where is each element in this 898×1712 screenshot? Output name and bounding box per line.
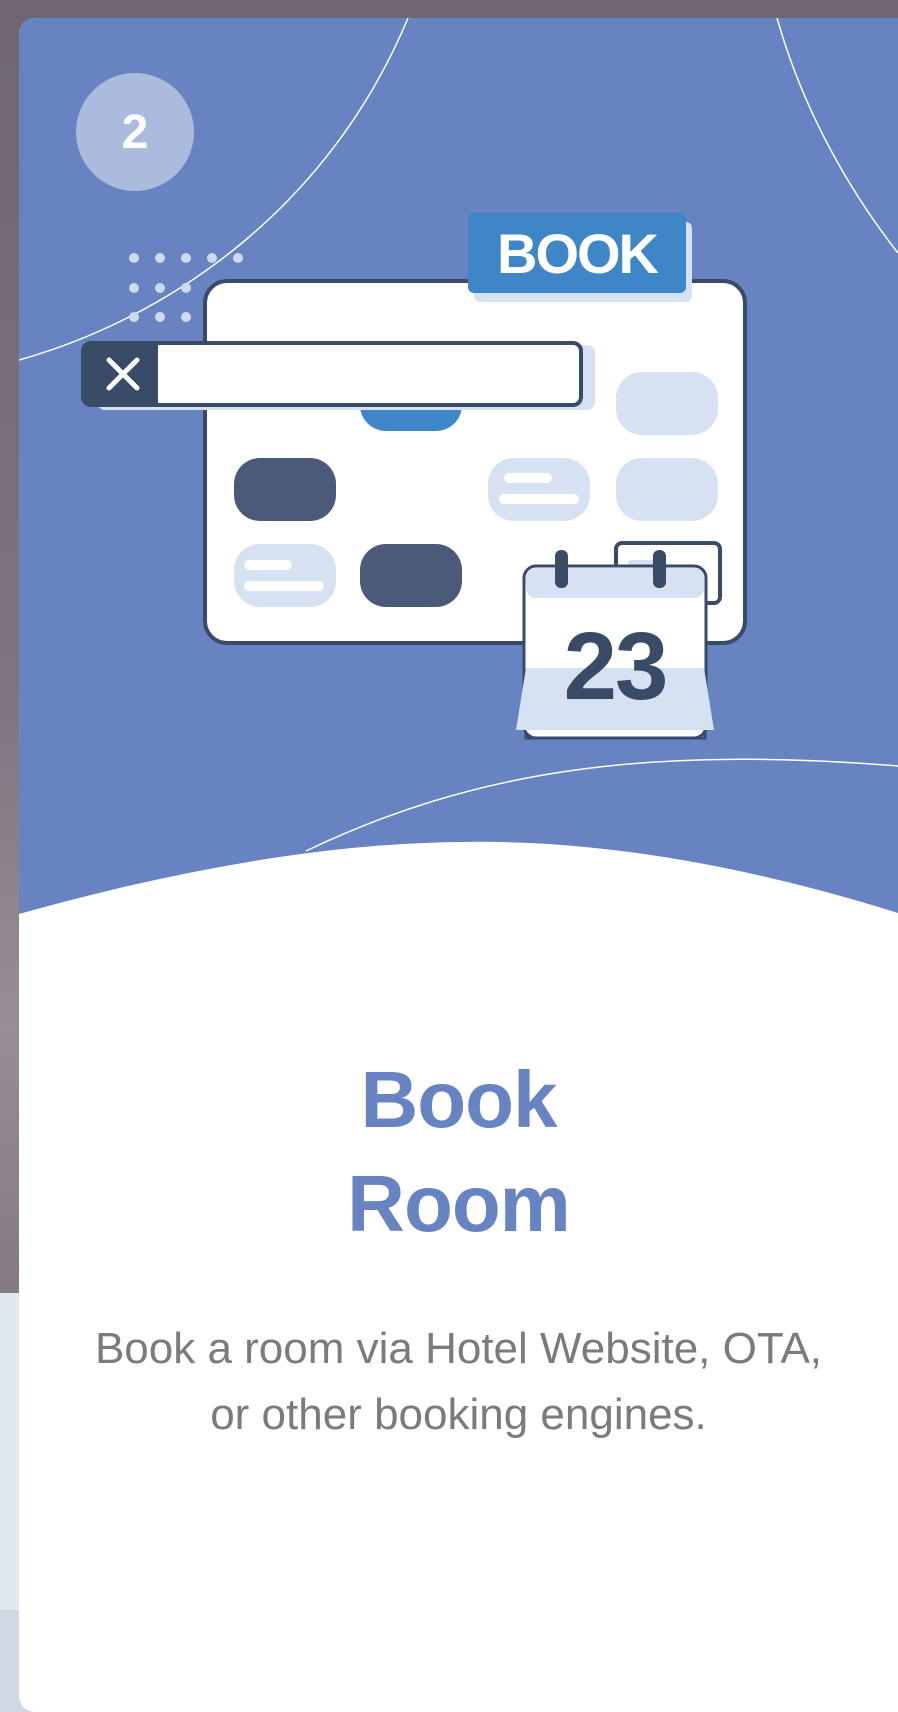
- close-icon[interactable]: [103, 354, 143, 394]
- card-hero: BOOK 23 2: [19, 18, 898, 918]
- step-number-badge: 2: [76, 73, 194, 191]
- step-card: BOOK 23 2 Book Room Book a room via Hote…: [19, 18, 898, 1712]
- calendar-day: 23: [563, 613, 669, 720]
- card-title-line-1: Book: [360, 1055, 558, 1144]
- card-title: Book Room: [19, 1048, 898, 1256]
- card-description: Book a room via Hotel Website, OTA, or o…: [94, 1324, 823, 1439]
- card-title-line-2: Room: [347, 1159, 571, 1248]
- book-tag-label: BOOK: [497, 221, 659, 285]
